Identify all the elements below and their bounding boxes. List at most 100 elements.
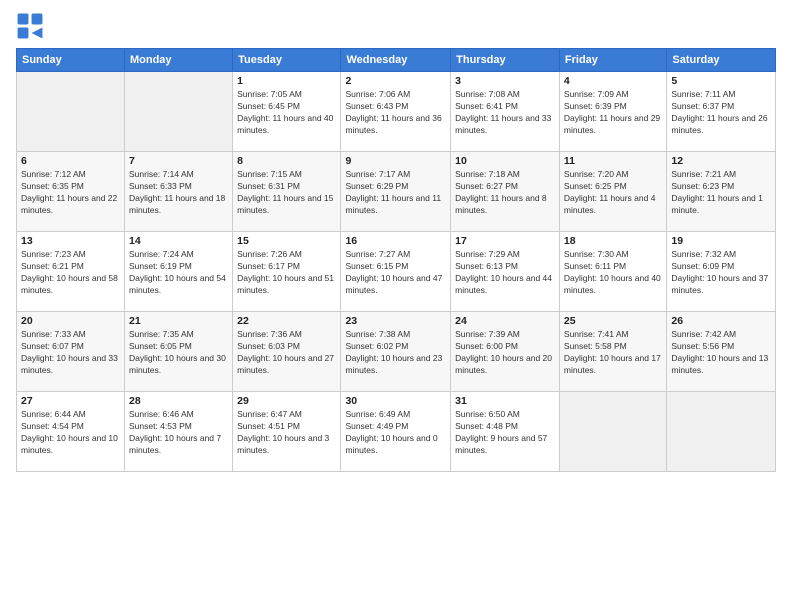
day-number: 23 (345, 315, 446, 327)
calendar-cell: 22 Sunrise: 7:36 AMSunset: 6:03 PMDayligh… (233, 312, 341, 392)
day-number: 13 (21, 235, 120, 247)
day-info: Sunrise: 7:08 AMSunset: 6:41 PMDaylight:… (455, 89, 555, 137)
weekday-header-sunday: Sunday (17, 49, 125, 72)
day-info: Sunrise: 6:47 AMSunset: 4:51 PMDaylight:… (237, 409, 336, 457)
day-info: Sunrise: 7:21 AMSunset: 6:23 PMDaylight:… (671, 169, 771, 217)
day-number: 30 (345, 395, 446, 407)
day-info: Sunrise: 7:14 AMSunset: 6:33 PMDaylight:… (129, 169, 228, 217)
calendar-cell: 23 Sunrise: 7:38 AMSunset: 6:02 PMDayligh… (341, 312, 451, 392)
day-info: Sunrise: 6:44 AMSunset: 4:54 PMDaylight:… (21, 409, 120, 457)
weekday-header-thursday: Thursday (451, 49, 560, 72)
day-info: Sunrise: 7:27 AMSunset: 6:15 PMDaylight:… (345, 249, 446, 297)
header (16, 12, 776, 40)
day-info: Sunrise: 7:29 AMSunset: 6:13 PMDaylight:… (455, 249, 555, 297)
calendar-cell: 16Sunrise: 7:27 AMSunset: 6:15 PMDayligh… (341, 232, 451, 312)
calendar-cell: 21 Sunrise: 7:35 AMSunset: 6:05 PMDayligh… (124, 312, 232, 392)
day-info: Sunrise: 7:17 AMSunset: 6:29 PMDaylight:… (345, 169, 446, 217)
day-info: Sunrise: 7:20 AMSunset: 6:25 PMDaylight:… (564, 169, 662, 217)
day-number: 20 (21, 315, 120, 327)
calendar-cell: 24 Sunrise: 7:39 AMSunset: 6:00 PMDayligh… (451, 312, 560, 392)
week-row-4: 20 Sunrise: 7:33 AMSunset: 6:07 PMDayligh… (17, 312, 776, 392)
week-row-5: 27 Sunrise: 6:44 AMSunset: 4:54 PMDayligh… (17, 392, 776, 472)
calendar-cell: 30 Sunrise: 6:49 AMSunset: 4:49 PMDayligh… (341, 392, 451, 472)
calendar-cell: 25Sunrise: 7:41 AMSunset: 5:58 PMDayligh… (559, 312, 666, 392)
day-info: Sunrise: 7:15 AMSunset: 6:31 PMDaylight:… (237, 169, 336, 217)
calendar-cell: 19Sunrise: 7:32 AMSunset: 6:09 PMDayligh… (667, 232, 776, 312)
calendar-cell: 7 Sunrise: 7:14 AMSunset: 6:33 PMDaylight… (124, 152, 232, 232)
weekday-header-saturday: Saturday (667, 49, 776, 72)
calendar-cell: 28 Sunrise: 6:46 AMSunset: 4:53 PMDayligh… (124, 392, 232, 472)
calendar-cell: 9 Sunrise: 7:17 AMSunset: 6:29 PMDaylight… (341, 152, 451, 232)
calendar-cell: 31 Sunrise: 6:50 AMSunset: 4:48 PMDayligh… (451, 392, 560, 472)
calendar-cell: 12 Sunrise: 7:21 AMSunset: 6:23 PMDayligh… (667, 152, 776, 232)
weekday-header-row: SundayMondayTuesdayWednesdayThursdayFrid… (17, 49, 776, 72)
day-info: Sunrise: 6:50 AMSunset: 4:48 PMDaylight:… (455, 409, 555, 457)
day-number: 28 (129, 395, 228, 407)
calendar-cell: 14 Sunrise: 7:24 AMSunset: 6:19 PMDayligh… (124, 232, 232, 312)
weekday-header-friday: Friday (559, 49, 666, 72)
day-number: 29 (237, 395, 336, 407)
calendar-cell: 5 Sunrise: 7:11 AMSunset: 6:37 PMDaylight… (667, 72, 776, 152)
calendar-cell: 2Sunrise: 7:06 AMSunset: 6:43 PMDaylight… (341, 72, 451, 152)
calendar-cell: 15 Sunrise: 7:26 AMSunset: 6:17 PMDayligh… (233, 232, 341, 312)
day-info: Sunrise: 7:38 AMSunset: 6:02 PMDaylight:… (345, 329, 446, 377)
day-info: Sunrise: 7:26 AMSunset: 6:17 PMDaylight:… (237, 249, 336, 297)
day-number: 15 (237, 235, 336, 247)
day-info: Sunrise: 7:11 AMSunset: 6:37 PMDaylight:… (671, 89, 771, 137)
day-number: 21 (129, 315, 228, 327)
calendar-cell (124, 72, 232, 152)
day-number: 5 (671, 75, 771, 87)
calendar-cell: 27 Sunrise: 6:44 AMSunset: 4:54 PMDayligh… (17, 392, 125, 472)
calendar-cell (17, 72, 125, 152)
day-number: 27 (21, 395, 120, 407)
day-info: Sunrise: 7:32 AMSunset: 6:09 PMDaylight:… (671, 249, 771, 297)
day-info: Sunrise: 7:42 AMSunset: 5:56 PMDaylight:… (671, 329, 771, 377)
day-number: 26 (671, 315, 771, 327)
day-number: 25 (564, 315, 662, 327)
calendar-cell: 17 Sunrise: 7:29 AMSunset: 6:13 PMDayligh… (451, 232, 560, 312)
day-info: Sunrise: 7:33 AMSunset: 6:07 PMDaylight:… (21, 329, 120, 377)
day-number: 4 (564, 75, 662, 87)
calendar-cell: 26 Sunrise: 7:42 AMSunset: 5:56 PMDayligh… (667, 312, 776, 392)
logo-icon (16, 12, 44, 40)
day-info: Sunrise: 7:30 AMSunset: 6:11 PMDaylight:… (564, 249, 662, 297)
week-row-2: 6Sunrise: 7:12 AMSunset: 6:35 PMDaylight… (17, 152, 776, 232)
calendar-cell: 10 Sunrise: 7:18 AMSunset: 6:27 PMDayligh… (451, 152, 560, 232)
weekday-header-wednesday: Wednesday (341, 49, 451, 72)
calendar-cell: 6Sunrise: 7:12 AMSunset: 6:35 PMDaylight… (17, 152, 125, 232)
day-info: Sunrise: 7:39 AMSunset: 6:00 PMDaylight:… (455, 329, 555, 377)
day-number: 22 (237, 315, 336, 327)
day-info: Sunrise: 7:09 AMSunset: 6:39 PMDaylight:… (564, 89, 662, 137)
calendar-cell: 13 Sunrise: 7:23 AMSunset: 6:21 PMDayligh… (17, 232, 125, 312)
calendar-cell: 8 Sunrise: 7:15 AMSunset: 6:31 PMDaylight… (233, 152, 341, 232)
weekday-header-tuesday: Tuesday (233, 49, 341, 72)
day-number: 24 (455, 315, 555, 327)
day-number: 1 (237, 75, 336, 87)
day-number: 12 (671, 155, 771, 167)
day-info: Sunrise: 7:18 AMSunset: 6:27 PMDaylight:… (455, 169, 555, 217)
calendar-cell: 11Sunrise: 7:20 AMSunset: 6:25 PMDayligh… (559, 152, 666, 232)
day-info: Sunrise: 7:35 AMSunset: 6:05 PMDaylight:… (129, 329, 228, 377)
calendar-cell: 18 Sunrise: 7:30 AMSunset: 6:11 PMDayligh… (559, 232, 666, 312)
day-info: Sunrise: 6:49 AMSunset: 4:49 PMDaylight:… (345, 409, 446, 457)
day-number: 10 (455, 155, 555, 167)
day-number: 3 (455, 75, 555, 87)
day-info: Sunrise: 7:06 AMSunset: 6:43 PMDaylight:… (345, 89, 446, 137)
day-number: 14 (129, 235, 228, 247)
day-info: Sunrise: 6:46 AMSunset: 4:53 PMDaylight:… (129, 409, 228, 457)
day-number: 7 (129, 155, 228, 167)
day-info: Sunrise: 7:23 AMSunset: 6:21 PMDaylight:… (21, 249, 120, 297)
day-number: 18 (564, 235, 662, 247)
day-number: 17 (455, 235, 555, 247)
day-number: 31 (455, 395, 555, 407)
day-info: Sunrise: 7:24 AMSunset: 6:19 PMDaylight:… (129, 249, 228, 297)
week-row-3: 13 Sunrise: 7:23 AMSunset: 6:21 PMDayligh… (17, 232, 776, 312)
weekday-header-monday: Monday (124, 49, 232, 72)
day-info: Sunrise: 7:36 AMSunset: 6:03 PMDaylight:… (237, 329, 336, 377)
day-info: Sunrise: 7:12 AMSunset: 6:35 PMDaylight:… (21, 169, 120, 217)
day-number: 8 (237, 155, 336, 167)
logo (16, 12, 48, 40)
day-number: 9 (345, 155, 446, 167)
calendar-cell (667, 392, 776, 472)
calendar-cell: 20 Sunrise: 7:33 AMSunset: 6:07 PMDayligh… (17, 312, 125, 392)
